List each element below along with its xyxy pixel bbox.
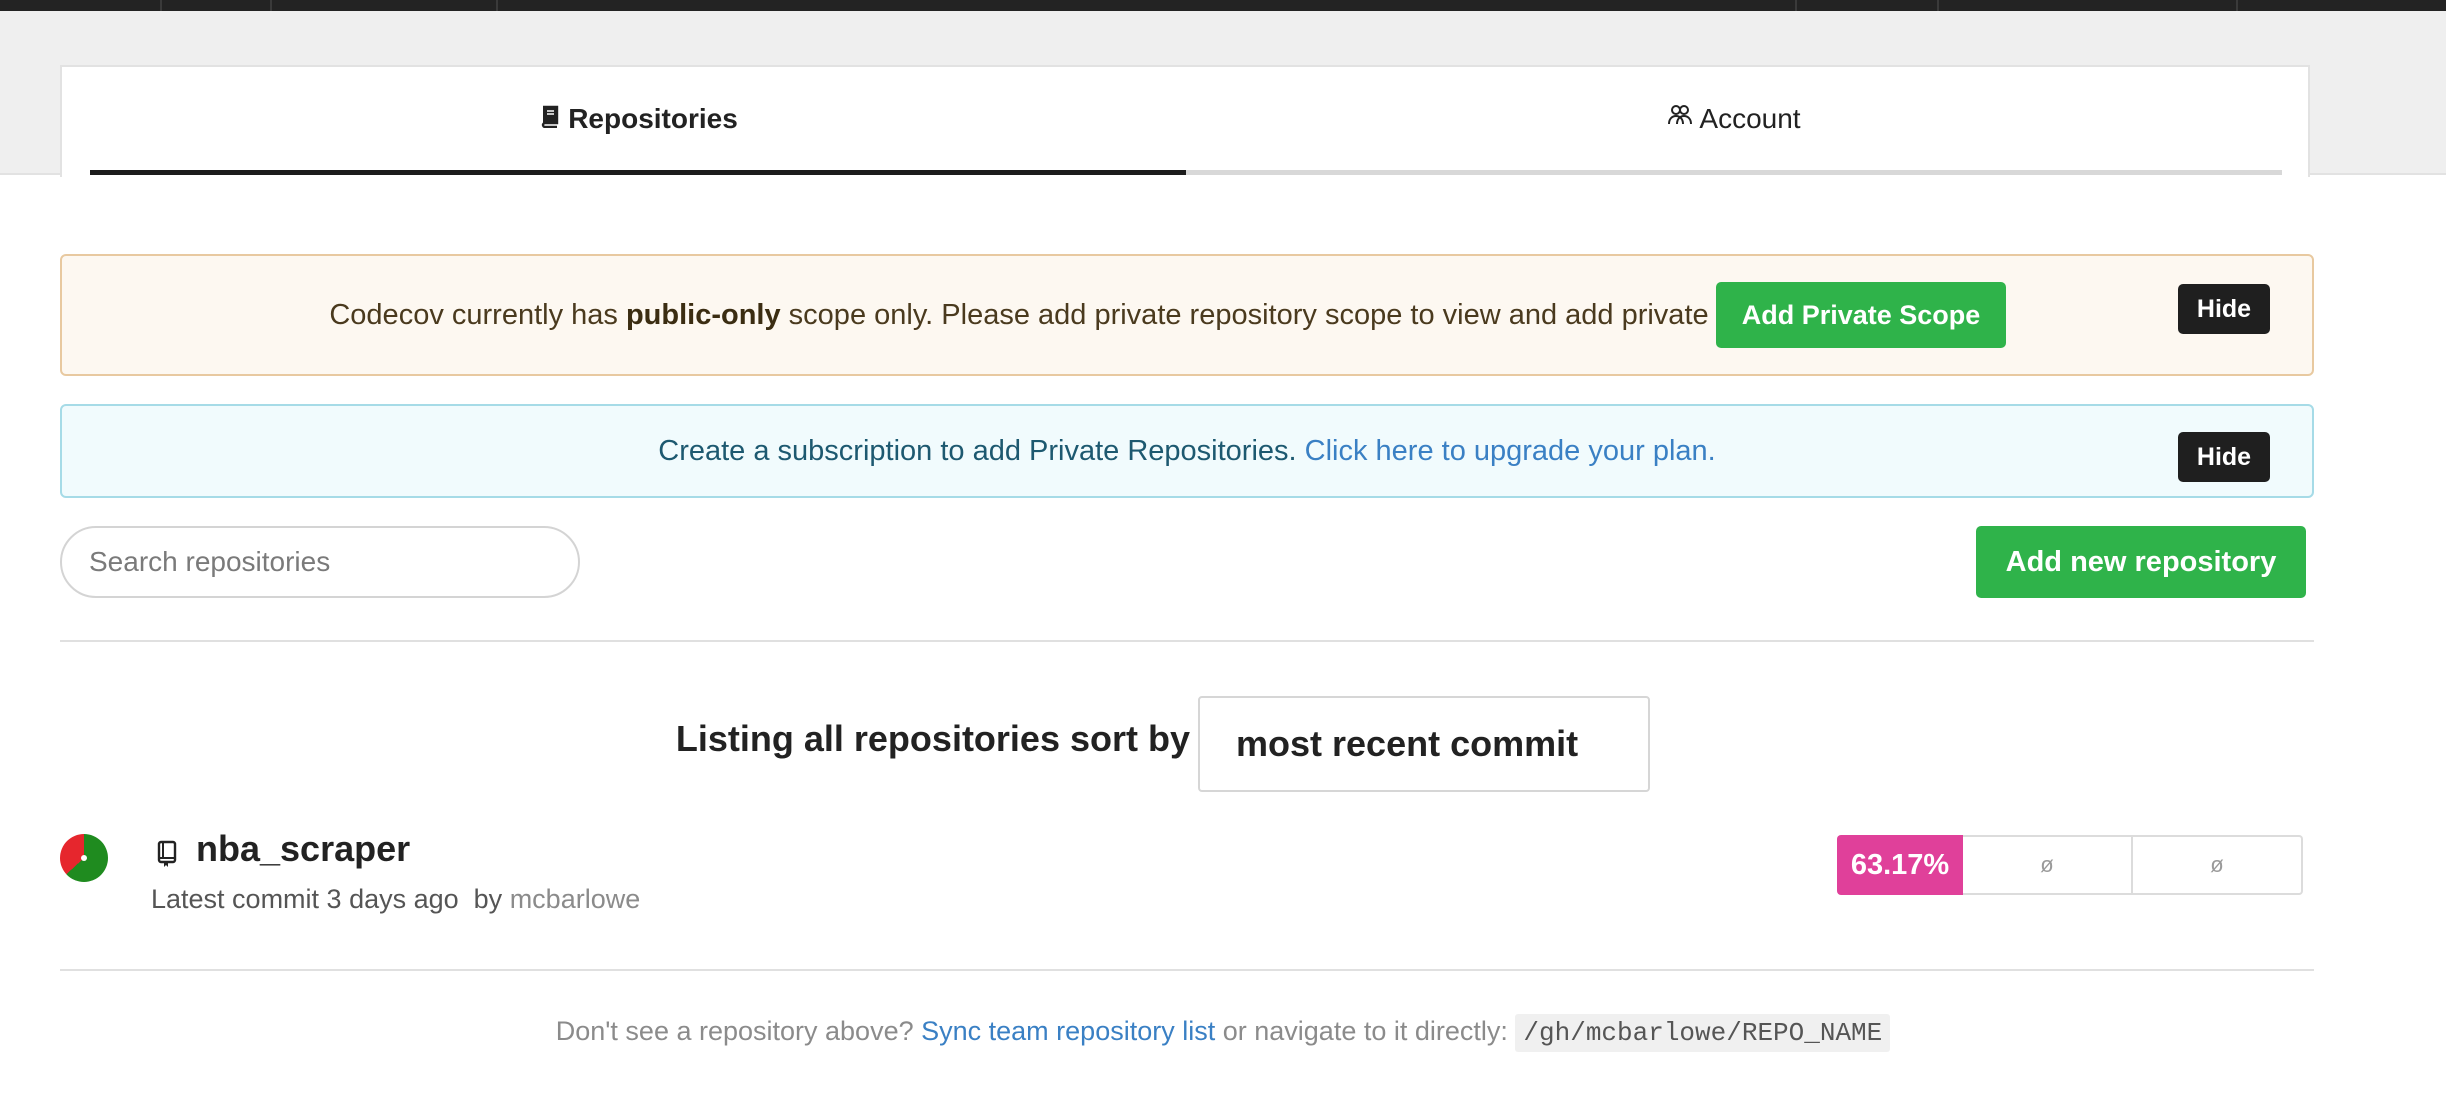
pie-center-dot [81, 855, 87, 861]
coverage-column: ø [2133, 835, 2303, 895]
repo-path-code: /gh/mcbarlowe/REPO_NAME [1515, 1014, 1891, 1052]
top-bar-divider [1795, 0, 1797, 11]
top-bar-divider [2236, 0, 2238, 11]
book-icon [538, 103, 562, 135]
repo-name-link[interactable]: nba_scraper [196, 828, 410, 870]
coverage-pie-chart [60, 834, 108, 882]
hide-scope-alert-button[interactable]: Hide [2178, 284, 2270, 334]
coverage-column: ø [1963, 835, 2133, 895]
coverage-badge: 63.17% [1837, 835, 1963, 895]
footer-help: Don't see a repository above? Sync team … [0, 1014, 2446, 1052]
scope-text-bold: public-only [625, 298, 781, 331]
upgrade-plan-link[interactable]: Click here to upgrade your plan. [1305, 435, 1716, 467]
latest-commit-text: Latest commit 3 days ago by [151, 884, 503, 914]
top-bar-divider [270, 0, 272, 11]
top-bar-divider [160, 0, 162, 11]
commit-author-link[interactable]: mcbarlowe [510, 884, 641, 914]
sync-repository-list-link[interactable]: Sync team repository list [921, 1016, 1215, 1046]
subscription-alert: Create a subscription to add Private Rep… [60, 404, 2314, 498]
scope-text: Codecov currently has [329, 298, 626, 331]
top-bar [0, 0, 2446, 11]
tab-label: Account [1699, 102, 1801, 134]
repo-icon [156, 840, 180, 868]
divider [60, 969, 2314, 971]
footer-text: or navigate to it directly: [1222, 1016, 1508, 1046]
sort-label: Listing all repositories sort by [675, 718, 1190, 759]
top-bar-divider [496, 0, 498, 11]
tab-account[interactable]: Account [1186, 67, 2282, 175]
footer-text: Don't see a repository above? [555, 1016, 914, 1046]
tab-label: Repositories [568, 102, 738, 134]
subscription-alert-message: Create a subscription to add Private Rep… [62, 435, 2312, 468]
tabs-card: Repositories Account [60, 65, 2310, 177]
coverage-columns: 63.17% ø ø [1837, 835, 2303, 895]
users-icon [1667, 102, 1693, 135]
scope-text: scope only. Please add private repositor… [780, 298, 1875, 331]
subscription-text: Create a subscription to add Private Rep… [658, 434, 1297, 467]
tab-repositories[interactable]: Repositories [90, 67, 1186, 175]
top-bar-divider [1937, 0, 1939, 11]
add-private-scope-button[interactable]: Add Private Scope [1716, 282, 2006, 348]
divider [60, 640, 2314, 642]
hide-subscription-alert-button[interactable]: Hide [2178, 432, 2270, 482]
add-new-repository-button[interactable]: Add new repository [1976, 526, 2306, 598]
sort-select[interactable]: most recent commit [1198, 696, 1650, 792]
scope-alert: Codecov currently has public-only scope … [60, 254, 2314, 376]
search-repositories-input[interactable] [60, 526, 580, 598]
repo-meta: Latest commit 3 days ago by mcbarlowe [151, 884, 640, 915]
